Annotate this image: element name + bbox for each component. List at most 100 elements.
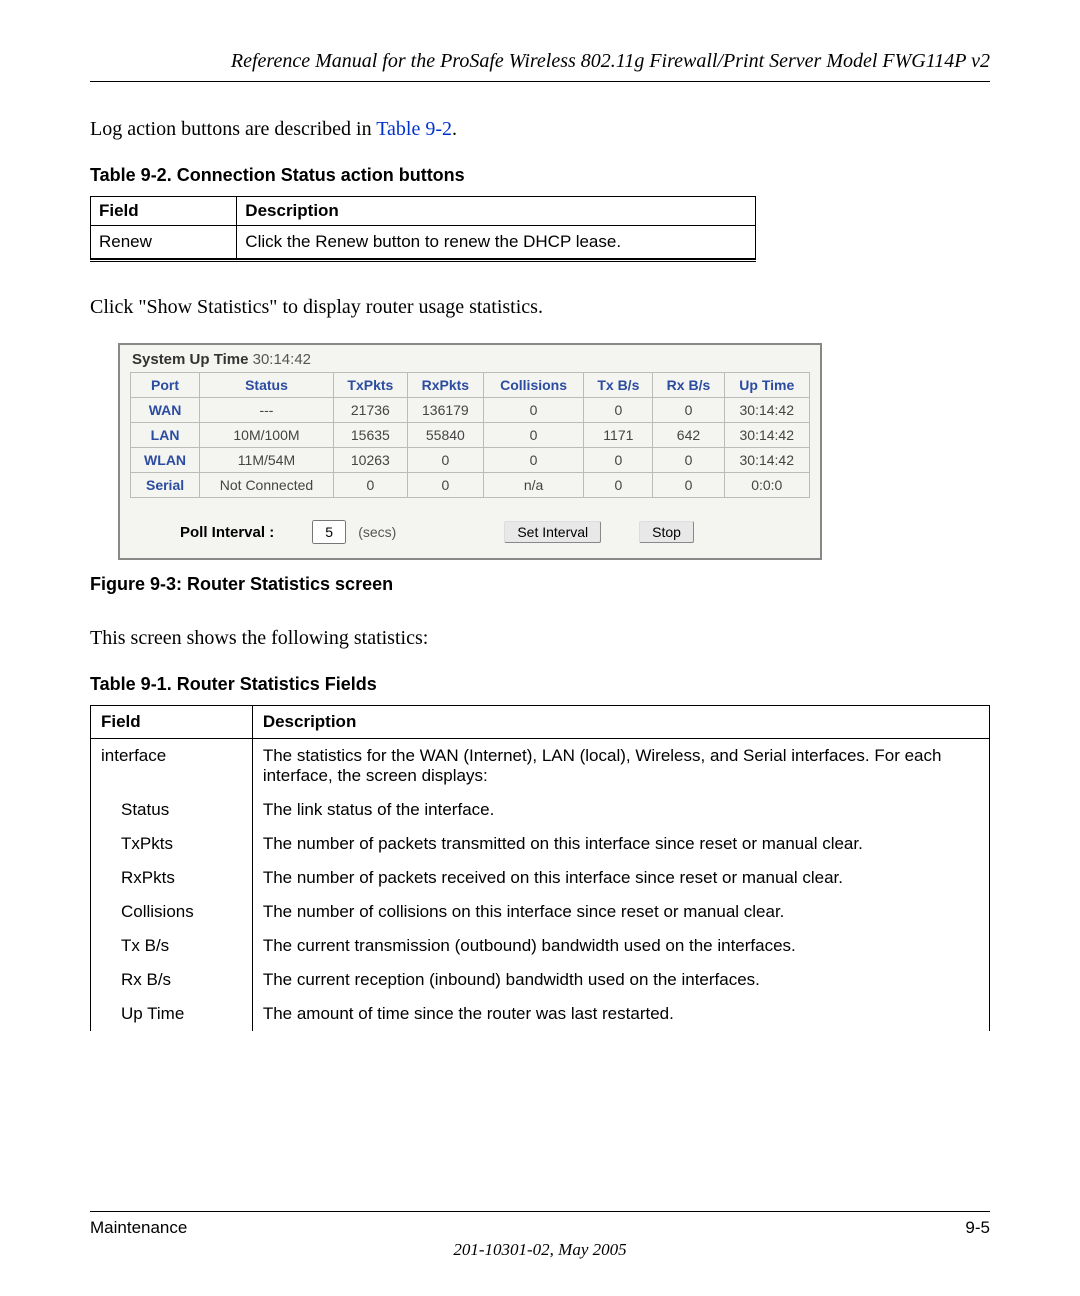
secs-label: (secs)	[358, 524, 396, 540]
stats-cell-up: 30:14:42	[724, 423, 809, 448]
stats-cell-status: Not Connected	[200, 473, 334, 498]
stats-controls: Poll Interval : (secs) Set Interval Stop	[130, 520, 810, 544]
poll-interval-input[interactable]	[312, 520, 346, 544]
stats-cell-txb: 0	[584, 448, 653, 473]
stats-cell-rx: 0	[407, 473, 483, 498]
footer-rule	[90, 1211, 990, 1212]
t91-field: Tx B/s	[91, 929, 253, 963]
t91-field: TxPkts	[91, 827, 253, 861]
table-row: Renew Click the Renew button to renew th…	[91, 226, 756, 259]
table-row: Tx B/sThe current transmission (outbound…	[91, 929, 990, 963]
poll-interval-label: Poll Interval :	[180, 524, 274, 541]
set-interval-button[interactable]: Set Interval	[504, 521, 601, 543]
table-92-rule	[90, 259, 756, 262]
table-row: CollisionsThe number of collisions on th…	[91, 895, 990, 929]
t91-desc: The link status of the interface.	[252, 793, 989, 827]
page-footer: Maintenance 9-5 201-10301-02, May 2005	[90, 1203, 990, 1260]
stats-head-txb: Tx B/s	[584, 373, 653, 398]
t91-desc: The current reception (inbound) bandwidt…	[252, 963, 989, 997]
table-row: WAN---2173613617900030:14:42	[131, 398, 810, 423]
stats-cell-col: 0	[483, 423, 583, 448]
stats-cell-tx: 21736	[333, 398, 407, 423]
table-row: Rx B/sThe current reception (inbound) ba…	[91, 963, 990, 997]
t91-desc: The statistics for the WAN (Internet), L…	[252, 739, 989, 794]
stats-head-up: Up Time	[724, 373, 809, 398]
table-row: WLAN11M/54M10263000030:14:42	[131, 448, 810, 473]
stats-head-status: Status	[200, 373, 334, 398]
table-row: RxPktsThe number of packets received on …	[91, 861, 990, 895]
t91-field: interface	[91, 739, 253, 794]
table-92-desc: Click the Renew button to renew the DHCP…	[237, 226, 756, 259]
stats-cell-col: 0	[483, 398, 583, 423]
stats-cell-txb: 0	[584, 473, 653, 498]
t91-desc: The number of collisions on this interfa…	[252, 895, 989, 929]
table-92-caption: Table 9-2. Connection Status action butt…	[90, 165, 990, 186]
t91-desc: The number of packets transmitted on thi…	[252, 827, 989, 861]
stats-cell-rxb: 0	[653, 448, 724, 473]
stats-cell-status: ---	[200, 398, 334, 423]
stats-head-rx: RxPkts	[407, 373, 483, 398]
t91-desc: The amount of time since the router was …	[252, 997, 989, 1031]
t91-field: RxPkts	[91, 861, 253, 895]
footer-sub: 201-10301-02, May 2005	[90, 1240, 990, 1260]
t91-field: Rx B/s	[91, 963, 253, 997]
table-91-head-field: Field	[91, 706, 253, 739]
stats-cell-port: Serial	[131, 473, 200, 498]
stats-cell-port: WLAN	[131, 448, 200, 473]
footer-right: 9-5	[965, 1218, 990, 1238]
stats-cell-rxb: 0	[653, 473, 724, 498]
stats-cell-port: LAN	[131, 423, 200, 448]
stats-cell-rx: 55840	[407, 423, 483, 448]
stats-cell-txb: 0	[584, 398, 653, 423]
stats-cell-rx: 0	[407, 448, 483, 473]
stats-cell-status: 11M/54M	[200, 448, 334, 473]
table-row: TxPktsThe number of packets transmitted …	[91, 827, 990, 861]
table-link[interactable]: Table 9-2	[376, 118, 452, 140]
stats-cell-tx: 0	[333, 473, 407, 498]
stats-cell-rxb: 0	[653, 398, 724, 423]
table-91-caption: Table 9-1. Router Statistics Fields	[90, 674, 990, 695]
stats-cell-up: 30:14:42	[724, 448, 809, 473]
stats-cell-tx: 10263	[333, 448, 407, 473]
t91-field: Up Time	[91, 997, 253, 1031]
system-up-time: System Up Time 30:14:42	[132, 351, 810, 368]
stats-cell-status: 10M/100M	[200, 423, 334, 448]
table-91-head-desc: Description	[252, 706, 989, 739]
stats-intro: This screen shows the following statisti…	[90, 627, 990, 650]
stats-cell-col: n/a	[483, 473, 583, 498]
figure-caption: Figure 9-3: Router Statistics screen	[90, 574, 990, 595]
t91-desc: The number of packets received on this i…	[252, 861, 989, 895]
stats-cell-tx: 15635	[333, 423, 407, 448]
table-92-head-field: Field	[91, 197, 237, 226]
stats-cell-rxb: 642	[653, 423, 724, 448]
t91-desc: The current transmission (outbound) band…	[252, 929, 989, 963]
stats-screenshot: System Up Time 30:14:42 Port Status TxPk…	[118, 343, 822, 560]
intro-pre: Log action buttons are described in	[90, 118, 376, 140]
table-row: interfaceThe statistics for the WAN (Int…	[91, 739, 990, 794]
stats-head-rxb: Rx B/s	[653, 373, 724, 398]
table-92-field: Renew	[91, 226, 237, 259]
table-91: Field Description interfaceThe statistic…	[90, 705, 990, 1031]
page-header: Reference Manual for the ProSafe Wireles…	[90, 50, 990, 73]
t91-field: Status	[91, 793, 253, 827]
table-row: Up TimeThe amount of time since the rout…	[91, 997, 990, 1031]
header-rule	[90, 81, 990, 82]
stats-cell-up: 30:14:42	[724, 398, 809, 423]
stats-cell-up: 0:0:0	[724, 473, 809, 498]
stats-cell-txb: 1171	[584, 423, 653, 448]
t91-field: Collisions	[91, 895, 253, 929]
click-stats-text: Click "Show Statistics" to display route…	[90, 296, 990, 319]
table-row: LAN10M/100M15635558400117164230:14:42	[131, 423, 810, 448]
table-row: SerialNot Connected00n/a000:0:0	[131, 473, 810, 498]
stats-cell-col: 0	[483, 448, 583, 473]
stats-head-col: Collisions	[483, 373, 583, 398]
stop-button[interactable]: Stop	[639, 521, 694, 543]
table-row: StatusThe link status of the interface.	[91, 793, 990, 827]
stats-table: Port Status TxPkts RxPkts Collisions Tx …	[130, 372, 810, 498]
footer-left: Maintenance	[90, 1218, 187, 1238]
stats-head-port: Port	[131, 373, 200, 398]
stats-head-tx: TxPkts	[333, 373, 407, 398]
sys-up-value: 30:14:42	[253, 351, 311, 368]
intro-paragraph: Log action buttons are described in Tabl…	[90, 118, 990, 141]
stats-cell-port: WAN	[131, 398, 200, 423]
